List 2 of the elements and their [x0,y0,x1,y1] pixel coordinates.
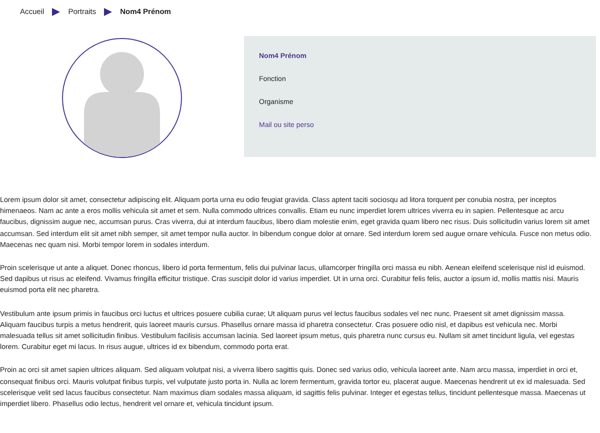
triangle-icon [104,8,112,16]
triangle-icon [52,8,60,16]
